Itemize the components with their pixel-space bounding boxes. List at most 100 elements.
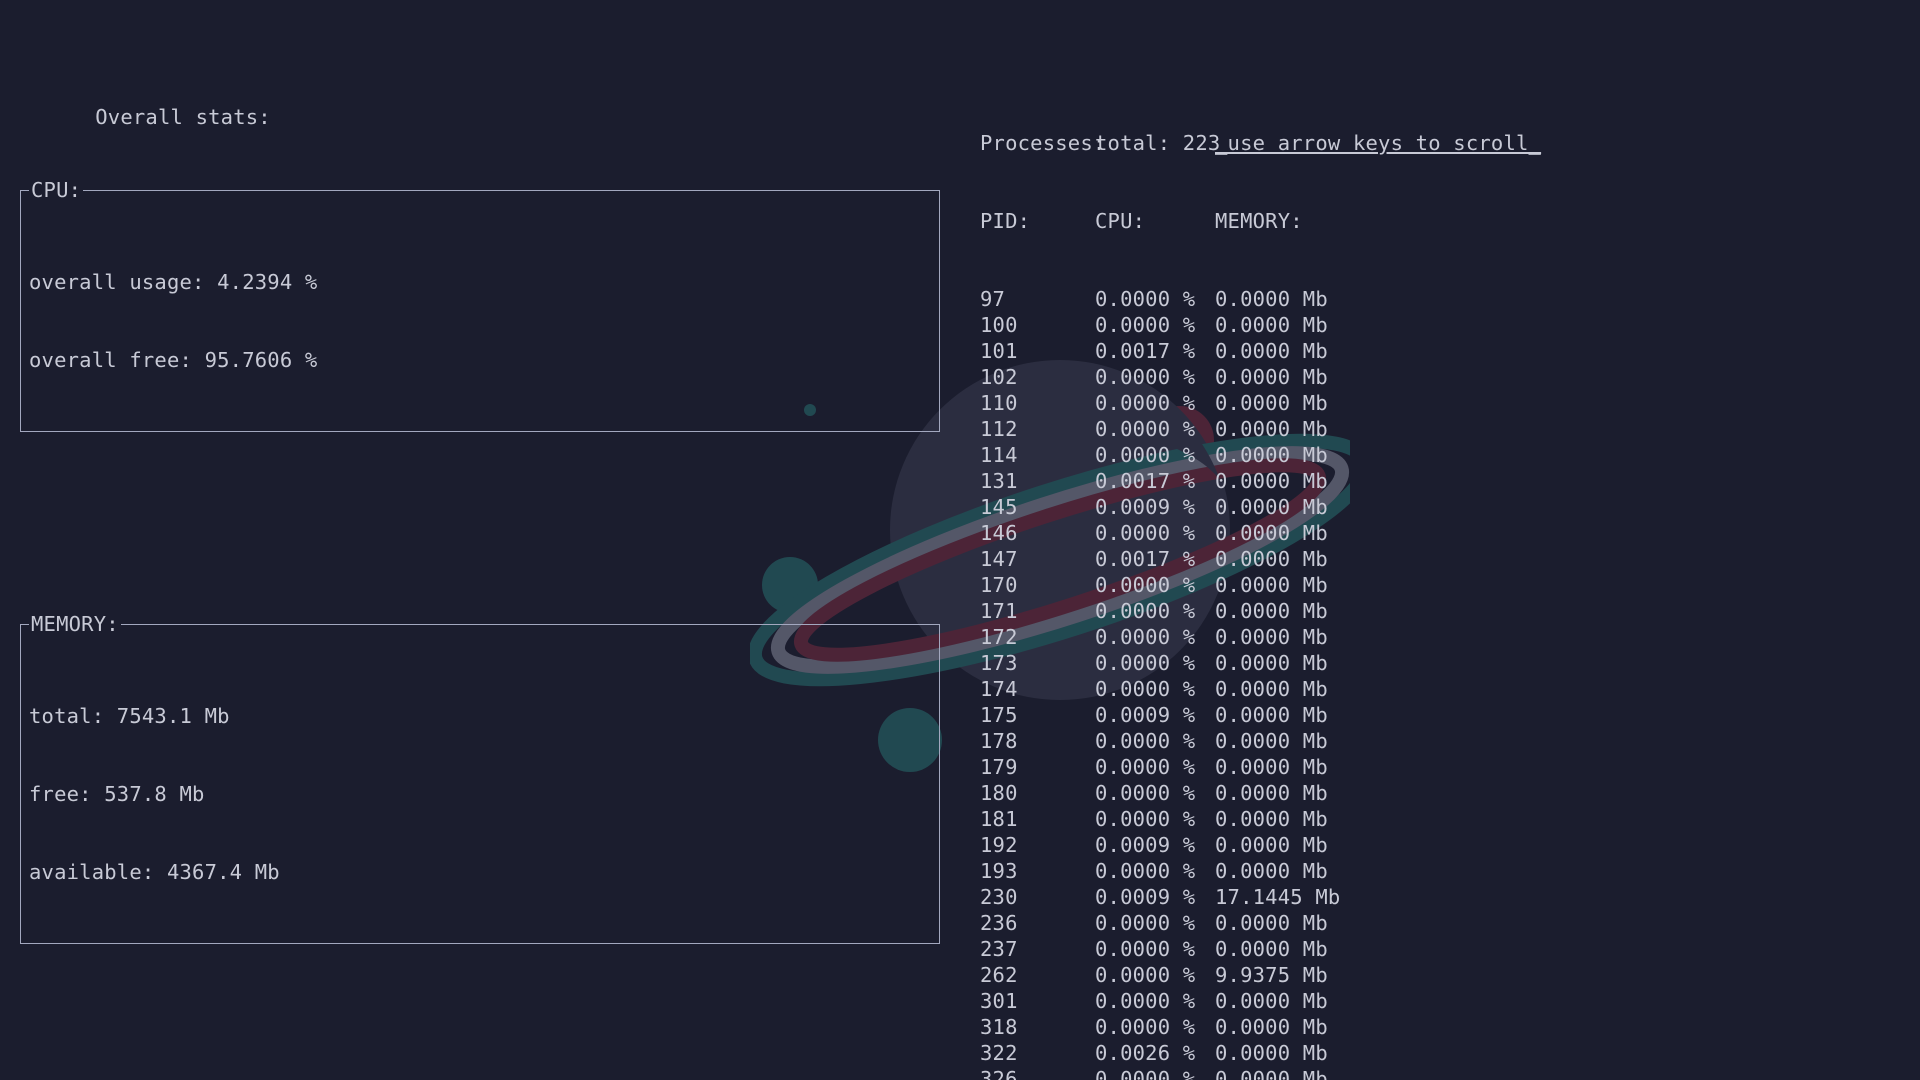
process-cpu: 0.0000 % — [1095, 390, 1215, 416]
cpu-box: CPU: overall usage: 4.2394 % overall fre… — [20, 190, 940, 432]
cpu-legend: CPU: — [29, 177, 83, 203]
process-cpu: 0.0009 % — [1095, 884, 1215, 910]
process-row[interactable]: 3220.0026 %0.0000 Mb — [980, 1040, 1900, 1066]
process-cpu: 0.0000 % — [1095, 312, 1215, 338]
process-row[interactable]: 1140.0000 %0.0000 Mb — [980, 442, 1900, 468]
process-pid: 236 — [980, 910, 1095, 936]
process-pid: 179 — [980, 754, 1095, 780]
cpu-line: overall usage: 4.2394 % — [29, 269, 931, 295]
process-mem: 0.0000 Mb — [1215, 702, 1375, 728]
process-cpu: 0.0000 % — [1095, 754, 1215, 780]
process-pid: 192 — [980, 832, 1095, 858]
process-cpu: 0.0000 % — [1095, 520, 1215, 546]
process-row[interactable]: 1780.0000 %0.0000 Mb — [980, 728, 1900, 754]
process-mem: 0.0000 Mb — [1215, 624, 1375, 650]
process-row[interactable]: 2620.0000 %9.9375 Mb — [980, 962, 1900, 988]
process-row[interactable]: 1000.0000 %0.0000 Mb — [980, 312, 1900, 338]
process-mem: 0.0000 Mb — [1215, 520, 1375, 546]
process-row[interactable]: 1450.0009 %0.0000 Mb — [980, 494, 1900, 520]
process-mem: 0.0000 Mb — [1215, 468, 1375, 494]
overall-stats-label: Overall stats: — [95, 105, 271, 129]
process-row[interactable]: 1020.0000 %0.0000 Mb — [980, 364, 1900, 390]
process-cpu: 0.0000 % — [1095, 936, 1215, 962]
process-mem: 0.0000 Mb — [1215, 312, 1375, 338]
process-row[interactable]: 1930.0000 %0.0000 Mb — [980, 858, 1900, 884]
process-row[interactable]: 3010.0000 %0.0000 Mb — [980, 988, 1900, 1014]
process-cpu: 0.0000 % — [1095, 728, 1215, 754]
process-cpu: 0.0017 % — [1095, 546, 1215, 572]
process-pid: 175 — [980, 702, 1095, 728]
process-cpu: 0.0000 % — [1095, 676, 1215, 702]
process-mem: 0.0000 Mb — [1215, 1040, 1375, 1066]
process-row[interactable]: 1100.0000 %0.0000 Mb — [980, 390, 1900, 416]
terminal-monitor[interactable]: Overall stats: CPU: overall usage: 4.239… — [0, 0, 1920, 1080]
process-row[interactable]: 970.0000 %0.0000 Mb — [980, 286, 1900, 312]
process-mem: 0.0000 Mb — [1215, 754, 1375, 780]
cpu-line: overall free: 95.7606 % — [29, 347, 931, 373]
process-pid: 110 — [980, 390, 1095, 416]
process-row[interactable]: 2360.0000 %0.0000 Mb — [980, 910, 1900, 936]
process-table[interactable]: Processes: total: 223 _use arrow keys to… — [980, 78, 1900, 1080]
process-mem: 17.1445 Mb — [1215, 884, 1375, 910]
process-row[interactable]: 1720.0000 %0.0000 Mb — [980, 624, 1900, 650]
process-pid: 174 — [980, 676, 1095, 702]
process-pid: 230 — [980, 884, 1095, 910]
process-row[interactable]: 1740.0000 %0.0000 Mb — [980, 676, 1900, 702]
process-pid: 131 — [980, 468, 1095, 494]
process-row[interactable]: 1700.0000 %0.0000 Mb — [980, 572, 1900, 598]
process-mem: 0.0000 Mb — [1215, 936, 1375, 962]
process-pid: 147 — [980, 546, 1095, 572]
process-row[interactable]: 1120.0000 %0.0000 Mb — [980, 416, 1900, 442]
process-pid: 172 — [980, 624, 1095, 650]
process-mem: 0.0000 Mb — [1215, 598, 1375, 624]
process-pid: 178 — [980, 728, 1095, 754]
memory-legend: MEMORY: — [29, 611, 121, 637]
process-pid: 181 — [980, 806, 1095, 832]
process-row[interactable]: 1470.0017 %0.0000 Mb — [980, 546, 1900, 572]
process-row[interactable]: 1010.0017 %0.0000 Mb — [980, 338, 1900, 364]
process-row[interactable]: 1810.0000 %0.0000 Mb — [980, 806, 1900, 832]
process-mem: 0.0000 Mb — [1215, 494, 1375, 520]
process-mem: 0.0000 Mb — [1215, 546, 1375, 572]
process-row[interactable]: 1710.0000 %0.0000 Mb — [980, 598, 1900, 624]
process-pid: 112 — [980, 416, 1095, 442]
process-mem: 0.0000 Mb — [1215, 780, 1375, 806]
process-row[interactable]: 1800.0000 %0.0000 Mb — [980, 780, 1900, 806]
process-cpu: 0.0000 % — [1095, 988, 1215, 1014]
process-mem: 0.0000 Mb — [1215, 728, 1375, 754]
process-row[interactable]: 1460.0000 %0.0000 Mb — [980, 520, 1900, 546]
process-row[interactable]: 2300.0009 %17.1445 Mb — [980, 884, 1900, 910]
process-mem: 0.0000 Mb — [1215, 286, 1375, 312]
process-cpu: 0.0000 % — [1095, 1014, 1215, 1040]
process-cpu: 0.0009 % — [1095, 494, 1215, 520]
process-pid: 102 — [980, 364, 1095, 390]
process-row[interactable]: 1730.0000 %0.0000 Mb — [980, 650, 1900, 676]
process-pid: 262 — [980, 962, 1095, 988]
process-mem: 9.9375 Mb — [1215, 962, 1375, 988]
process-pid: 301 — [980, 988, 1095, 1014]
process-row[interactable]: 2370.0000 %0.0000 Mb — [980, 936, 1900, 962]
processes-label: Processes: — [980, 130, 1095, 156]
process-pid: 101 — [980, 338, 1095, 364]
process-cpu: 0.0000 % — [1095, 572, 1215, 598]
process-mem: 0.0000 Mb — [1215, 832, 1375, 858]
process-cpu: 0.0000 % — [1095, 910, 1215, 936]
process-mem: 0.0000 Mb — [1215, 364, 1375, 390]
process-mem: 0.0000 Mb — [1215, 442, 1375, 468]
process-mem: 0.0000 Mb — [1215, 338, 1375, 364]
process-mem: 0.0000 Mb — [1215, 572, 1375, 598]
process-cpu: 0.0017 % — [1095, 338, 1215, 364]
process-row[interactable]: 3260.0000 %0.0000 Mb — [980, 1066, 1900, 1080]
process-row[interactable]: 1790.0000 %0.0000 Mb — [980, 754, 1900, 780]
process-cpu: 0.0000 % — [1095, 650, 1215, 676]
process-pid: 146 — [980, 520, 1095, 546]
process-cpu: 0.0000 % — [1095, 806, 1215, 832]
process-row[interactable]: 1310.0017 %0.0000 Mb — [980, 468, 1900, 494]
process-row[interactable]: 1920.0009 %0.0000 Mb — [980, 832, 1900, 858]
process-row[interactable]: 3180.0000 %0.0000 Mb — [980, 1014, 1900, 1040]
process-pid: 97 — [980, 286, 1095, 312]
process-row[interactable]: 1750.0009 %0.0000 Mb — [980, 702, 1900, 728]
process-cpu: 0.0026 % — [1095, 1040, 1215, 1066]
process-pid: 145 — [980, 494, 1095, 520]
process-mem: 0.0000 Mb — [1215, 416, 1375, 442]
